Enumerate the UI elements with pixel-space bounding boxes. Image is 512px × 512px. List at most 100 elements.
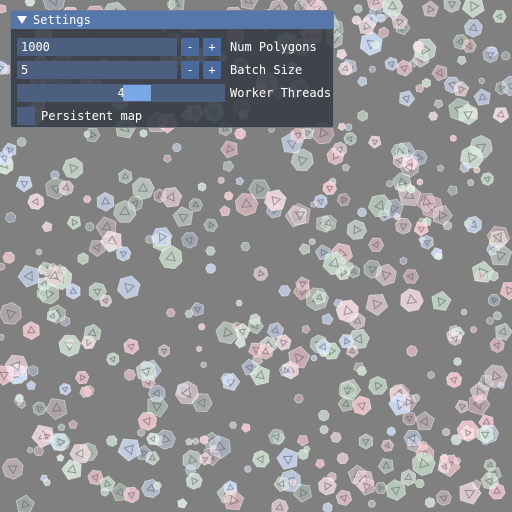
scene-polygon [235,299,243,307]
scene-polygon [62,157,84,179]
scene-polygon [0,333,5,341]
settings-window[interactable]: Settings 1000 - + Num Polygons 5 - + Bat… [10,10,334,128]
collapse-triangle-icon[interactable] [17,16,27,24]
scene-polygon [82,195,92,204]
scene-polygon [438,460,452,473]
scene-polygon [367,135,382,149]
scene-polygon [41,221,53,233]
scene-polygon [105,435,118,447]
scene-polygon [319,425,329,435]
scene-polygon [115,246,132,262]
scene-polygon [123,338,140,355]
scene-polygon [400,288,424,313]
scene-polygon [322,502,333,512]
scene-polygon [346,219,367,240]
scene-polygon [217,176,225,184]
scene-polygon [436,490,452,506]
scene-polygon [336,452,349,465]
scene-polygon [367,194,393,218]
scene-polygon [358,433,374,450]
scene-polygon [220,372,234,386]
scene-polygon [380,439,395,452]
scene-polygon [384,56,399,71]
scene-polygon [199,434,209,445]
num-polygons-input[interactable]: 1000 [17,38,177,56]
scene-polygon [275,334,292,351]
scene-polygon [162,154,172,164]
batch-size-input[interactable]: 5 [17,61,177,79]
num-polygons-label: Num Polygons [230,40,317,54]
scene-polygon [296,435,309,447]
scene-polygon [240,0,259,10]
persistent-map-row: Persistent map [17,107,142,125]
scene-polygon [153,481,163,490]
scene-polygon [413,222,429,237]
scene-polygon [330,431,342,443]
num-polygons-decrement-button[interactable]: - [181,38,199,56]
window-title: Settings [33,13,91,27]
scene-polygon [356,76,368,87]
scene-polygon [172,206,194,227]
scene-polygon [52,433,71,452]
scene-polygon [15,175,33,193]
scene-polygon [95,216,117,239]
scene-polygon [480,172,494,186]
scene-polygon [461,39,477,53]
worker-threads-value: 4 [117,86,125,100]
scene-polygon [315,459,325,469]
scene-polygon [338,61,353,76]
scene-polygon [376,13,386,24]
scene-polygon [483,458,497,472]
scene-polygon [165,308,176,318]
scene-polygon [196,345,203,353]
scene-polygon [399,90,416,107]
batch-size-increment-button[interactable]: + [203,61,221,79]
scene-polygon [276,447,298,470]
worker-threads-row: 4 Worker Threads [17,84,331,102]
scene-polygon [167,0,176,10]
scene-polygon [365,293,389,317]
scene-polygon [421,77,432,89]
window-title-bar[interactable]: Settings [11,11,333,29]
scene-polygon [181,232,199,249]
scene-polygon [83,130,91,138]
scene-polygon [486,225,511,248]
scene-polygon [416,178,424,186]
scene-polygon [487,293,501,307]
scene-polygon [2,251,15,264]
batch-size-decrement-button[interactable]: - [181,61,199,79]
scene-polygon [84,221,95,232]
scene-polygon [17,264,40,288]
scene-polygon [367,499,377,508]
scene-polygon [0,4,7,14]
scene-polygon [431,290,452,311]
worker-threads-slider[interactable]: 4 [17,84,225,102]
persistent-map-checkbox[interactable] [17,107,35,125]
scene-polygon [489,338,505,353]
scene-polygon [492,10,507,23]
scene-polygon [345,261,354,270]
scene-polygon [185,472,203,490]
scene-polygon [185,437,193,446]
num-polygons-increment-button[interactable]: + [203,38,221,56]
scene-polygon [100,487,110,497]
scene-polygon [27,192,45,211]
worker-threads-label: Worker Threads [230,86,332,100]
scene-polygon [16,137,27,148]
scene-polygon [243,465,252,474]
scene-polygon [22,321,40,341]
scene-polygon [288,346,311,369]
scene-polygon [118,168,133,185]
scene-polygon [482,46,499,64]
scene-polygon [158,245,183,270]
scene-polygon [495,322,512,341]
scene-polygon [449,134,457,143]
scene-polygon [253,265,269,281]
scene-polygon [203,218,219,232]
scene-polygon [335,489,353,506]
scene-polygon [1,458,24,480]
scene-polygon [460,308,468,316]
scene-polygon [116,275,141,300]
scene-polygon [341,163,351,172]
scene-polygon [402,410,417,426]
